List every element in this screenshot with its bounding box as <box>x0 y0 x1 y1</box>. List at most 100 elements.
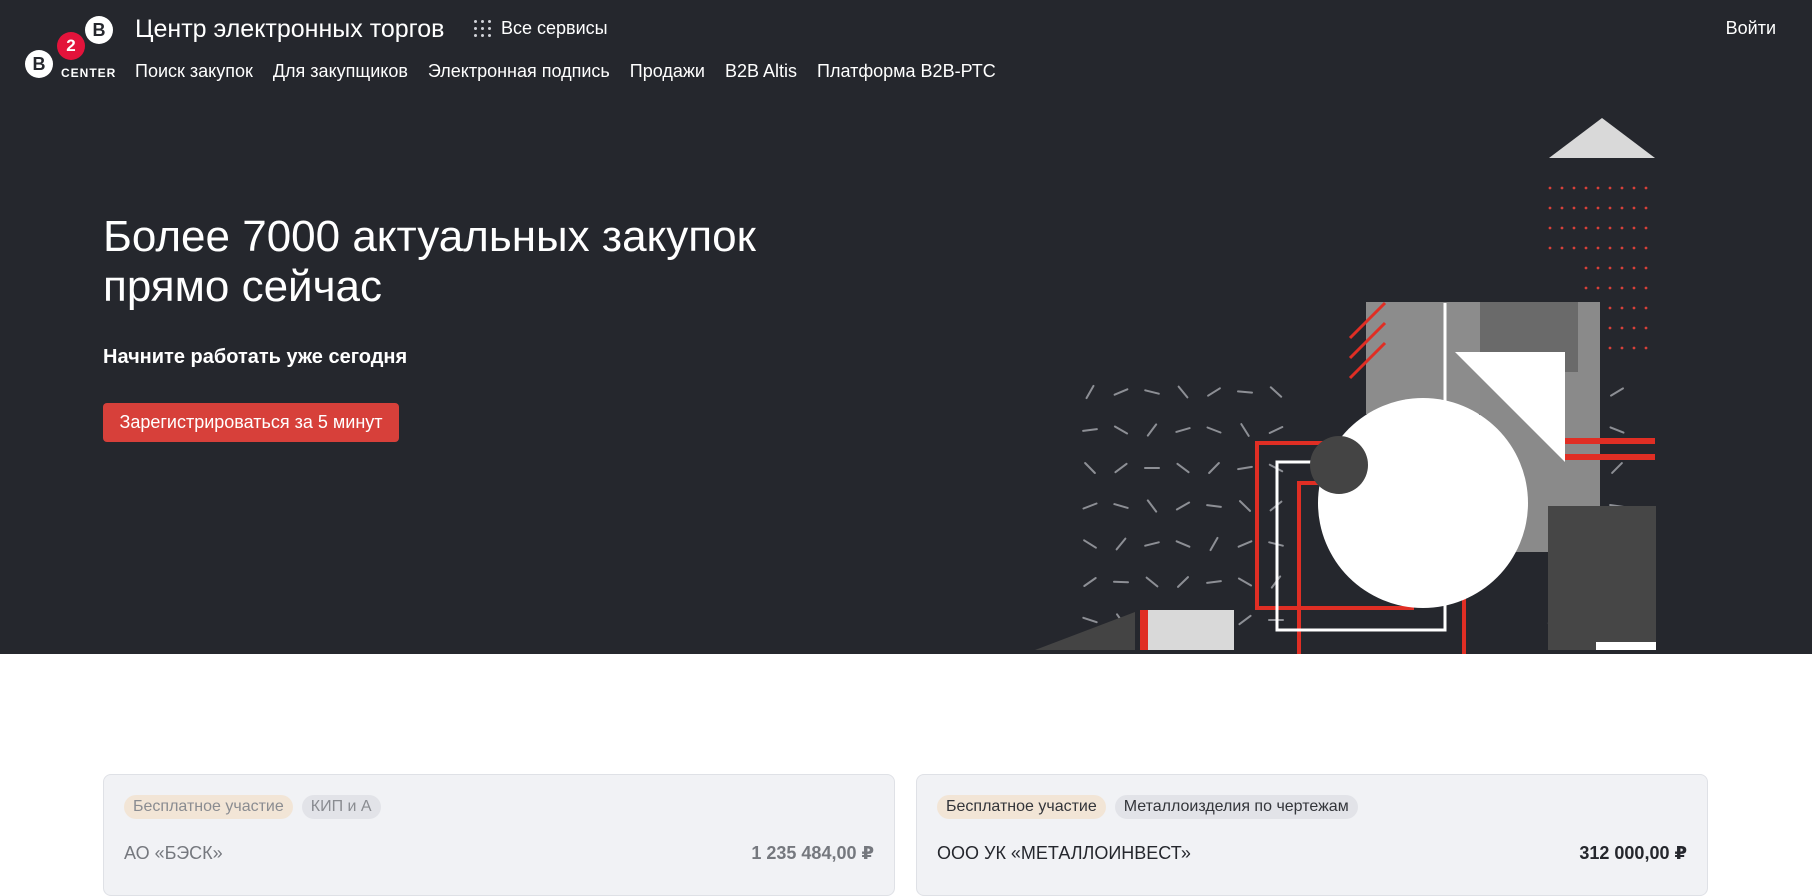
register-button[interactable]: Зарегистрироваться за 5 минут <box>103 403 399 442</box>
illustration-red-dot <box>1633 287 1636 290</box>
illustration-red-dot <box>1621 287 1624 290</box>
nav-item-for-buyers[interactable]: Для закупщиков <box>273 61 408 82</box>
illustration-red-dot <box>1633 207 1636 210</box>
illustration-red-dot <box>1621 327 1624 330</box>
illustration-red-dot <box>1561 227 1564 230</box>
illustration-dash <box>1241 424 1248 436</box>
illustration-red-dot <box>1609 327 1612 330</box>
card-company: ООО УК «МЕТАЛЛОИНВЕСТ» <box>937 843 1191 864</box>
illustration-dash <box>1083 618 1096 622</box>
nav-item-e-signature[interactable]: Электронная подпись <box>428 61 610 82</box>
illustration-dash <box>1209 463 1219 473</box>
all-services-button[interactable]: Все сервисы <box>474 18 608 39</box>
illustration-dash <box>1178 577 1188 587</box>
illustration-dash <box>1271 387 1281 396</box>
illustration-red-dot <box>1561 187 1564 190</box>
illustration-red-dot <box>1597 227 1600 230</box>
card-price: 1 235 484,00 ₽ <box>751 843 874 864</box>
illustration-dash <box>1084 578 1095 586</box>
nav-item-sales[interactable]: Продажи <box>630 61 705 82</box>
illustration-red-dot <box>1561 207 1564 210</box>
illustration-red-dot <box>1549 247 1552 250</box>
illustration-red-dot <box>1621 247 1624 250</box>
illustration-dash <box>1177 464 1188 472</box>
illustration-dash <box>1207 581 1221 583</box>
grid-dots-icon <box>474 20 491 37</box>
card-tags: Бесплатное участие КИП и А <box>124 795 381 819</box>
illustration-red-dot <box>1573 207 1576 210</box>
illustration-dash <box>1148 424 1156 435</box>
illustration-red-dot <box>1597 287 1600 290</box>
illustration-red-dot <box>1645 347 1648 350</box>
illustration-dash <box>1612 463 1622 473</box>
procurement-card[interactable]: Бесплатное участие Металлоизделия по чер… <box>916 774 1708 896</box>
illustration-dash <box>1211 538 1218 550</box>
illustration-red-dot <box>1609 247 1612 250</box>
tag-free-participation: Бесплатное участие <box>124 795 293 819</box>
illustration-red-dot <box>1609 207 1612 210</box>
illustration-red-dot <box>1621 207 1624 210</box>
illustration-red-dot <box>1609 187 1612 190</box>
illustration-dash <box>1239 541 1252 546</box>
illustration-dash <box>1147 578 1158 587</box>
site-title[interactable]: Центр электронных торгов <box>135 15 444 44</box>
logo-letter-b-top: B <box>85 16 113 44</box>
nav-item-b2b-altis[interactable]: B2B Altis <box>725 61 797 82</box>
hero-headline: Более 7000 актуальных закупок прямо сейч… <box>103 212 823 312</box>
b2b-center-logo[interactable]: B 2 B CENTER <box>24 14 116 80</box>
illustration-red-dot <box>1633 267 1636 270</box>
illustration-dash <box>1239 579 1251 586</box>
illustration-red-dot <box>1573 227 1576 230</box>
illustration-dash <box>1179 387 1188 398</box>
illustration-red-dot <box>1597 187 1600 190</box>
illustration-dash <box>1145 390 1159 393</box>
illustration-dash <box>1238 467 1252 469</box>
illustration-red-dot <box>1645 207 1648 210</box>
illustration-red-dot <box>1585 267 1588 270</box>
illustration-red-dot <box>1549 227 1552 230</box>
illustration-red-dot <box>1621 267 1624 270</box>
logo-letter-b-left: B <box>25 50 53 78</box>
illustration-red-dot <box>1549 207 1552 210</box>
illustration-dash <box>1083 429 1097 431</box>
illustration-red-dot <box>1645 227 1648 230</box>
tag-category: КИП и А <box>302 795 381 819</box>
geometric-illustration <box>1030 110 1660 654</box>
illustration-dash <box>1148 500 1156 511</box>
illustration-red-dot <box>1609 287 1612 290</box>
illustration-dash <box>1177 541 1190 546</box>
illustration-dash <box>1177 503 1189 510</box>
nav-item-procurement-search[interactable]: Поиск закупок <box>135 61 253 82</box>
illustration-red-dot <box>1645 287 1648 290</box>
card-company: АО «БЭСК» <box>124 843 223 864</box>
illustration-red-dot <box>1549 187 1552 190</box>
illustration-red-dot <box>1645 247 1648 250</box>
illustration-red-dot <box>1633 327 1636 330</box>
login-link[interactable]: Войти <box>1726 18 1776 39</box>
illustration-dash <box>1115 389 1128 394</box>
procurement-card[interactable]: Бесплатное участие КИП и А АО «БЭСК» 1 2… <box>103 774 895 896</box>
illustration-dash <box>1145 542 1159 545</box>
illustration-red-dot <box>1585 227 1588 230</box>
card-price: 312 000,00 ₽ <box>1579 843 1687 864</box>
illustration-red-dot <box>1621 227 1624 230</box>
illustration-red-dot <box>1645 327 1648 330</box>
illustration-red-dot <box>1585 207 1588 210</box>
illustration-red-dot <box>1597 207 1600 210</box>
illustration-dash <box>1084 540 1096 547</box>
hero-section: B 2 B CENTER Центр электронных торгов Вс… <box>0 0 1812 654</box>
nav-item-b2b-rts-platform[interactable]: Платформа B2B-РТС <box>817 61 996 82</box>
illustration-red-dot <box>1585 187 1588 190</box>
illustration-dash <box>1085 463 1095 473</box>
illustration-red-dot <box>1633 187 1636 190</box>
illustration-red-dot <box>1633 247 1636 250</box>
illustration-red-dot <box>1645 307 1648 310</box>
illustration-dash <box>1270 427 1283 433</box>
illustration-dash <box>1208 388 1220 395</box>
illustration-dash <box>1240 501 1250 511</box>
illustration-dash <box>1207 505 1221 507</box>
illustration-dash <box>1084 504 1097 509</box>
logo-number-2: 2 <box>57 32 85 60</box>
illustration-red-dot <box>1609 267 1612 270</box>
illustration-red-dot <box>1633 227 1636 230</box>
